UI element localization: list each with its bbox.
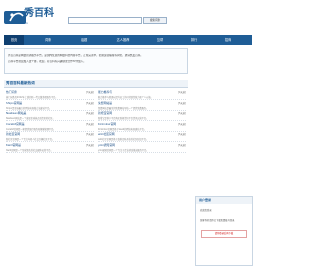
hot-item-date: [3天前] [86,91,94,94]
hot-item-date: [4天前] [178,91,186,94]
hot-list-item[interactable]: tiwili官网是 [5天前] tiwili官网是一个全球领先的社交媒体运营平台。 [6,143,94,161]
hot-item-date: [5天前] [86,143,94,147]
login-panel-title: 用户登录 [199,198,212,202]
hot-item-date: [5天前] [178,133,186,136]
hot-item-date: [5天前] [178,112,186,115]
login-text: 游客你好请你已下载免费账号登录 [200,219,235,222]
hot-item-date: [5天前] [178,143,186,147]
nav-item-help[interactable]: 互帮 [150,35,170,45]
nav-item-experts[interactable]: 达人推荐 [108,35,138,45]
hot-item-title[interactable]: 新社区官网 [6,132,20,136]
hot-item-title[interactable]: 能力推荐与 [98,90,112,94]
hot-item-title[interactable]: 热门词条 [6,90,17,94]
logo-text: 秀百科 [24,8,54,19]
notice-line-2: 百科平台欢迎加入这个群，欢迎，对百科有兴趣朋友合作伙伴加入。 [8,60,86,63]
hot-item-date: [5天前] [86,101,94,105]
search-button[interactable]: 搜索词条 [143,17,167,24]
hot-item-date: [5天前] [86,133,94,136]
nav-item-business[interactable]: 招商 [218,35,238,45]
hot-item-title[interactable]: Carebit官网是 [6,122,25,126]
hot-item-date: [5天前] [178,101,186,105]
hot-item-title[interactable]: wiki社区官网 [98,132,115,136]
hot-item-title[interactable]: Kinlinksx官网 [98,122,116,126]
hot-item-date: [5天前] [86,112,94,115]
login-welcome: 欢迎您登录 [200,209,212,212]
nav-item-rank[interactable]: 排行 [184,35,204,45]
main-nav: 首页 词条 话题 达人推荐 互帮 排行 招商 [4,35,252,45]
nav-item-entries[interactable]: 词条 [38,35,58,45]
hot-item-date: [5天前] [178,122,186,126]
hot-item-title[interactable]: yoki通知官网 [98,143,115,147]
search-input[interactable] [68,17,142,24]
nav-item-home[interactable]: 首页 [4,35,24,45]
hot-item-divider [6,151,94,153]
hot-item-title[interactable]: tiwili官网是 [6,143,21,147]
hot-item-title[interactable]: 免费网站是 [98,101,112,105]
logo-url: www.xowiki.cn [6,21,28,25]
hot-item-title[interactable]: Neeteen网站是 [6,111,26,115]
notice-line-1: 秀百百科是网络营销服务平台，是国内优质的网络科普内容平台，正在完善中，招募运营编… [8,54,143,57]
hot-list-item[interactable]: yoki通知官网 [5天前] yoki通知官网是一个专注于企业消息推送服务平台。 [98,143,186,161]
hot-item-title[interactable]: Shipo官网是 [6,101,22,105]
nav-item-topics[interactable]: 话题 [74,35,94,45]
hot-item-title[interactable]: 新增宝官网 [98,111,112,115]
hot-item-date: [5天前] [86,122,94,126]
login-download-button[interactable]: 请你登录后再下载 [201,230,247,238]
hot-item-divider [98,151,186,153]
hot-section-title: 秀百百科最新热词 [6,81,35,85]
